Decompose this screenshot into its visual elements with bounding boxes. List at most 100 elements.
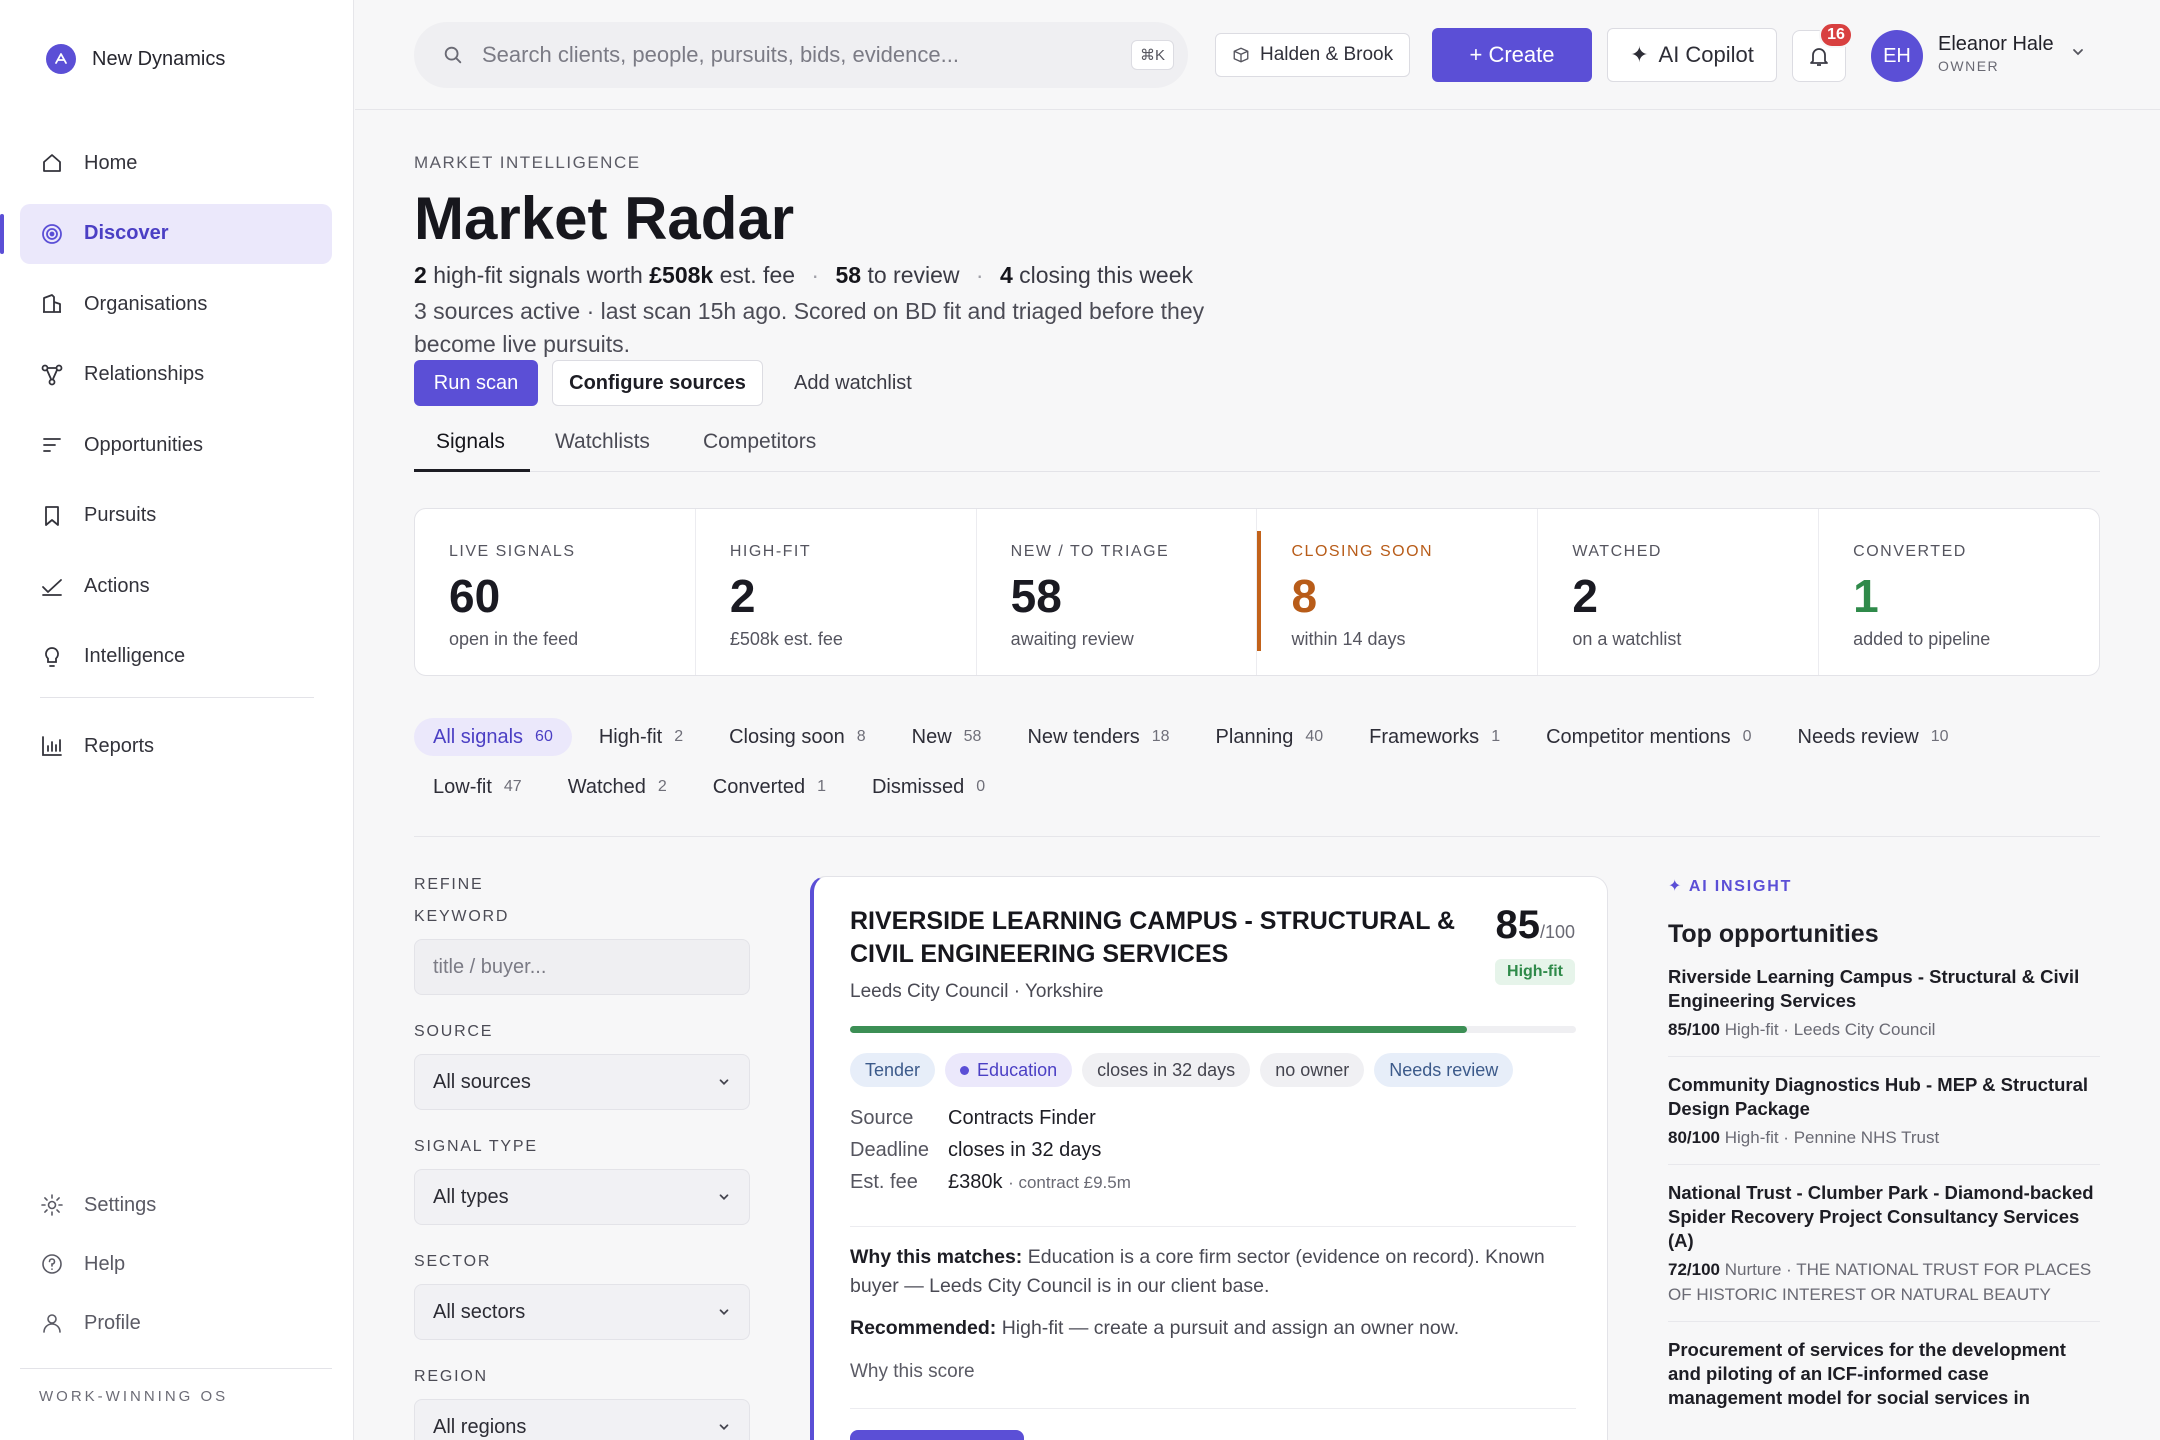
tab-competitors[interactable]: Competitors [703,430,816,454]
bell-icon [1810,48,1828,66]
stat-watched[interactable]: WATCHED 2 on a watchlist [1538,509,1820,675]
sidebar-item-home[interactable]: Home [20,133,332,193]
stat-high-fit[interactable]: HIGH-FIT 2 £508k est. fee [696,509,977,675]
chevron-down-icon [719,1309,729,1315]
filter-converted[interactable]: Converted 1 [694,768,845,806]
card-divider [850,1408,1576,1409]
insight-item-name: Riverside Learning Campus - Structural &… [1668,966,2080,1011]
insight-item[interactable]: National Trust - Clumber Park - Diamond-… [1668,1165,2100,1322]
stat-label: CONVERTED [1853,543,1967,560]
fee-value: £380k [948,1171,1003,1193]
insight-item[interactable]: Procurement of services for the developm… [1668,1322,2100,1424]
filter-all-signals[interactable]: All signals 60 [414,718,572,756]
insight-item-meta: 85/100 High-fit · Leeds City Council [1668,1017,2100,1042]
stat-converted[interactable]: CONVERTED 1 added to pipeline [1819,509,2099,675]
search-input[interactable]: Search clients, people, pursuits, bids, … [414,22,1188,88]
signal-title[interactable]: RIVERSIDE LEARNING CAMPUS - STRUCTURAL &… [850,905,1460,971]
sidebar-item-label: Help [84,1252,126,1275]
signal-card[interactable]: RIVERSIDE LEARNING CAMPUS - STRUCTURAL &… [810,876,1608,1440]
filter-new[interactable]: New 58 [893,718,1001,756]
filter-competitor-mentions[interactable]: Competitor mentions 0 [1527,718,1770,756]
search-icon [444,46,462,64]
sidebar-footer: WORK-WINNING OS [39,1388,229,1405]
region-value: All regions [433,1415,527,1438]
add-watchlist-button[interactable]: Add watchlist [780,360,926,406]
sidebar-item-opportunities[interactable]: Opportunities [20,415,332,475]
sidebar-item-discover[interactable]: Discover [0,203,332,264]
filter-planning[interactable]: Planning 40 [1197,718,1343,756]
sector-select[interactable]: All sectors [414,1284,750,1340]
sidebar-item-organisations[interactable]: Organisations [20,274,332,334]
source-value: All sources [433,1070,531,1093]
recommendation: Recommended: High-fit — create a pursuit… [850,1317,1580,1340]
region-select[interactable]: All regions [414,1399,750,1440]
signal-type-value: All types [433,1185,509,1208]
filter-needs-review[interactable]: Needs review 10 [1779,718,1968,756]
insight-item[interactable]: Riverside Learning Campus - Structural &… [1668,949,2100,1057]
stat-closing-soon[interactable]: CLOSING SOON 8 within 14 days [1257,509,1539,675]
page-summary: 2 high-fit signals worth £508k est. fee … [414,262,1193,289]
person-icon [43,1314,61,1333]
run-scan-button[interactable]: Run scan [414,360,538,406]
summary-review-text: to review [867,262,960,288]
summary-closing-text: closing this week [1019,262,1194,288]
insight-item-meta-text: High-fit · Leeds City Council [1724,1020,1936,1039]
filter-dismissed[interactable]: Dismissed 0 [853,768,1004,806]
keyword-input[interactable]: title / buyer... [414,939,750,995]
brand[interactable]: New Dynamics [46,44,225,74]
insight-item[interactable]: Community Diagnostics Hub - MEP & Struct… [1668,1057,2100,1165]
summary-fee-text: est. fee [719,262,796,288]
create-button[interactable]: + Create [1432,28,1592,82]
sidebar: New Dynamics Home Discover Organisations… [0,0,354,1440]
chevron-down-icon [719,1194,729,1200]
sidebar-item-label: Settings [84,1193,157,1216]
filter-new-tenders[interactable]: New tenders 18 [1008,718,1188,756]
ai-copilot-label: AI Copilot [1658,42,1754,67]
stat-value: 8 [1291,570,1318,622]
stat-new-to-triage[interactable]: NEW / TO TRIAGE 58 awaiting review [977,509,1258,675]
score-max: /100 [1539,922,1575,942]
summary-high-fit-text: high-fit signals worth [433,262,643,288]
sidebar-item-help[interactable]: Help [20,1239,332,1289]
sidebar-item-pursuits[interactable]: Pursuits [20,486,332,546]
sidebar-item-settings[interactable]: Settings [20,1180,332,1230]
configure-sources-button[interactable]: Configure sources [552,360,763,406]
sidebar-item-actions[interactable]: Actions [20,556,332,616]
sidebar-item-label: Profile [84,1311,141,1334]
chevron-down-icon[interactable] [2070,44,2086,60]
filter-count: 58 [963,728,982,745]
filter-label: All signals [433,725,524,748]
avatar[interactable]: EH [1871,30,1923,82]
ai-copilot-button[interactable]: ✦ AI Copilot [1607,28,1777,82]
tab-watchlists[interactable]: Watchlists [555,430,650,454]
section-divider [414,836,2100,837]
sidebar-item-relationships[interactable]: Relationships [20,345,332,405]
filter-count: 8 [856,728,866,745]
filter-label: New tenders [1027,725,1140,748]
why-this-score-link[interactable]: Why this score [850,1361,975,1383]
primary-action-button[interactable] [850,1430,1024,1440]
score-bar-fill [850,1026,1468,1033]
signal-type-select[interactable]: All types [414,1169,750,1225]
workspace-switcher[interactable]: Halden & Brook [1215,33,1411,77]
filter-low-fit[interactable]: Low-fit 47 [414,768,541,806]
tag-type: Tender [850,1053,936,1087]
filter-high-fit[interactable]: High-fit 2 [580,718,702,756]
tab-signals[interactable]: Signals [436,430,505,454]
region-label: REGION [414,1368,488,1385]
sidebar-item-reports[interactable]: Reports [20,716,332,776]
filter-frameworks[interactable]: Frameworks 1 [1350,718,1519,756]
source-select[interactable]: All sources [414,1054,750,1110]
why-matches: Why this matches: Education is a core fi… [850,1243,1580,1301]
user-name[interactable]: Eleanor Hale [1938,33,2054,56]
sidebar-item-profile[interactable]: Profile [20,1298,332,1348]
insight-item-meta-text: High-fit · Pennine NHS Trust [1724,1128,1940,1147]
bar-chart-icon [42,736,62,756]
filter-closing-soon[interactable]: Closing soon 8 [710,718,885,756]
sidebar-item-intelligence[interactable]: Intelligence [20,627,332,687]
notification-count-badge: 16 [1819,22,1853,48]
insight-item-score: 72/100 [1668,1260,1720,1279]
stat-live-signals[interactable]: LIVE SIGNALS 60 open in the feed [415,509,696,675]
filter-watched[interactable]: Watched 2 [549,768,686,806]
insight-item-name: Procurement of services for the developm… [1668,1339,2066,1408]
